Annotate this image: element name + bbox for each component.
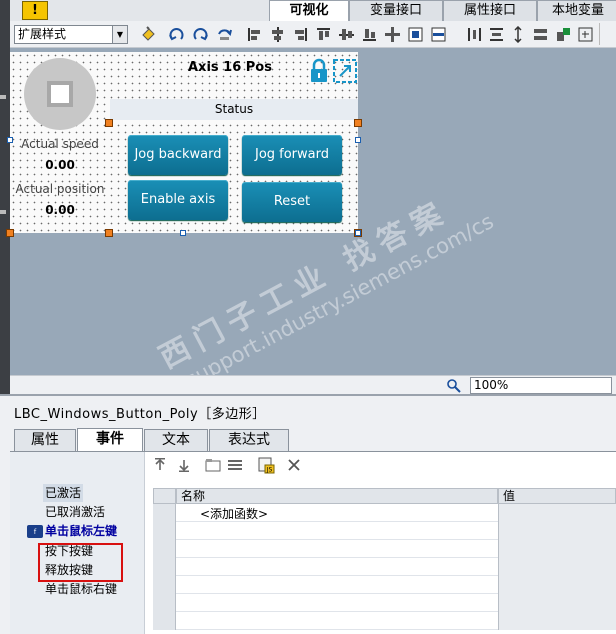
function-grid: 名称 值 <添加函数>: [153, 488, 616, 634]
left-panel-strip: [0, 0, 10, 400]
align-right-icon[interactable]: [292, 26, 309, 43]
enable-axis-button[interactable]: Enable axis: [128, 180, 228, 220]
tab-text[interactable]: 文本: [144, 429, 208, 451]
highlight-box: [38, 543, 123, 582]
zoom-field[interactable]: 100%: [470, 377, 612, 394]
script-icon[interactable]: JS: [257, 456, 275, 474]
fit-icon[interactable]: [577, 26, 594, 43]
resize-handle[interactable]: [355, 137, 361, 143]
table-row[interactable]: [153, 558, 616, 576]
tab-visualization[interactable]: 可视化: [269, 0, 349, 21]
actual-speed-value: 0.00: [45, 158, 75, 172]
resize-handle[interactable]: [7, 137, 13, 143]
table-row[interactable]: [153, 576, 616, 594]
event-activated[interactable]: 已激活: [43, 484, 84, 502]
table-row[interactable]: [153, 612, 616, 630]
back-icon[interactable]: [430, 26, 447, 43]
align-left-icon[interactable]: [246, 26, 263, 43]
resize-handle[interactable]: [105, 119, 113, 127]
lock-icon[interactable]: [308, 58, 330, 84]
toolbar-more[interactable]: [599, 23, 616, 45]
actual-speed-label: Actual speed: [21, 137, 99, 151]
editor-tab-bar: ! 可视化 变量接口 属性接口 本地变量: [10, 0, 616, 21]
table-row[interactable]: <添加函数>: [153, 504, 616, 522]
expand-icon[interactable]: [332, 58, 358, 84]
list-icon[interactable]: [227, 458, 243, 472]
chevron-down-icon[interactable]: ▼: [112, 26, 127, 43]
rotate-icon[interactable]: [216, 26, 233, 43]
event-list: 已激活 已取消激活 f 单击鼠标左键 按下按键 释放按键 单击鼠标右键: [10, 452, 145, 634]
svg-text:JS: JS: [266, 467, 273, 474]
folder-icon[interactable]: [205, 458, 221, 472]
event-right-click[interactable]: 单击鼠标右键: [45, 580, 117, 598]
distribute-vertical-icon[interactable]: [488, 26, 505, 43]
style-select-value: 扩展样式: [18, 27, 67, 41]
distribute-horizontal-icon[interactable]: [466, 26, 483, 43]
center-icon[interactable]: [384, 26, 401, 43]
table-row[interactable]: [153, 540, 616, 558]
table-row[interactable]: [153, 594, 616, 612]
delete-icon[interactable]: [287, 458, 301, 472]
move-up-icon[interactable]: [153, 458, 167, 472]
style-select[interactable]: 扩展样式 ▼: [14, 25, 128, 44]
warning-icon[interactable]: !: [22, 1, 48, 20]
script-function-icon: f: [27, 525, 43, 538]
same-height-icon[interactable]: [510, 26, 527, 43]
paint-bucket-icon[interactable]: [140, 26, 157, 43]
tab-variable-interface[interactable]: 变量接口: [349, 0, 443, 21]
tab-local-variables[interactable]: 本地变量: [537, 0, 616, 21]
event-left-click[interactable]: 单击鼠标左键: [45, 522, 117, 540]
status-bar: Status: [110, 99, 358, 120]
resize-handle[interactable]: [105, 229, 113, 237]
actual-position-label: Actual position: [15, 182, 105, 196]
watermark-line2: support.industry.siemens.com/cs: [181, 209, 498, 393]
align-middle-icon[interactable]: [338, 26, 355, 43]
reset-button[interactable]: Reset: [242, 182, 342, 222]
zoom-icon[interactable]: [446, 378, 462, 394]
resize-handle[interactable]: [180, 230, 186, 236]
axis-title: Axis 16 Pos: [188, 60, 272, 75]
jog-backward-button[interactable]: Jog backward: [128, 135, 228, 175]
rotate-right-icon[interactable]: [192, 26, 209, 43]
add-function-cell[interactable]: <添加函数>: [200, 505, 268, 522]
grid-header-name: 名称: [176, 488, 498, 504]
grid-corner: [153, 488, 176, 504]
inspector-body: 已激活 已取消激活 f 单击鼠标左键 按下按键 释放按键 单击鼠标右键 JS 名…: [10, 451, 616, 634]
tab-events[interactable]: 事件: [77, 428, 143, 451]
splitter-handle[interactable]: [0, 95, 6, 99]
jog-forward-button[interactable]: Jog forward: [242, 135, 342, 175]
zoom-bar: 100%: [10, 375, 616, 394]
event-deactivated[interactable]: 已取消激活: [45, 503, 105, 521]
same-width-icon[interactable]: [532, 26, 549, 43]
events-toolbar: JS: [153, 456, 313, 476]
graphics-toolbar: 扩展样式 ▼: [10, 21, 616, 48]
tab-property-interface[interactable]: 属性接口: [443, 0, 537, 21]
visualization-canvas[interactable]: Axis 16 Pos Status Actual speed 0.00 Act…: [6, 48, 616, 392]
axis-faceplate[interactable]: Axis 16 Pos Status Actual speed 0.00 Act…: [10, 52, 358, 233]
resize-handle[interactable]: [6, 229, 14, 237]
align-center-icon[interactable]: [269, 26, 286, 43]
grid-header-value: 值: [498, 488, 616, 504]
table-row[interactable]: [153, 522, 616, 540]
splitter-handle[interactable]: [0, 210, 6, 214]
front-icon[interactable]: [407, 26, 424, 43]
group-icon[interactable]: [555, 26, 572, 43]
align-bottom-icon[interactable]: [361, 26, 378, 43]
tab-expressions[interactable]: 表达式: [209, 429, 289, 451]
resize-handle[interactable]: [354, 119, 362, 127]
tab-properties[interactable]: 属性: [14, 429, 76, 451]
align-top-icon[interactable]: [315, 26, 332, 43]
actual-position-value: 0.00: [45, 203, 75, 217]
rotate-left-icon[interactable]: [168, 26, 185, 43]
properties-inspector: LBC_Windows_Button_Poly［多边形］ 属性 事件 文本 表达…: [0, 394, 616, 634]
resize-handle[interactable]: [355, 230, 361, 236]
move-down-icon[interactable]: [177, 458, 191, 472]
inspector-title: LBC_Windows_Button_Poly［多边形］: [14, 407, 266, 422]
axis-status-circle-icon: [24, 58, 96, 130]
